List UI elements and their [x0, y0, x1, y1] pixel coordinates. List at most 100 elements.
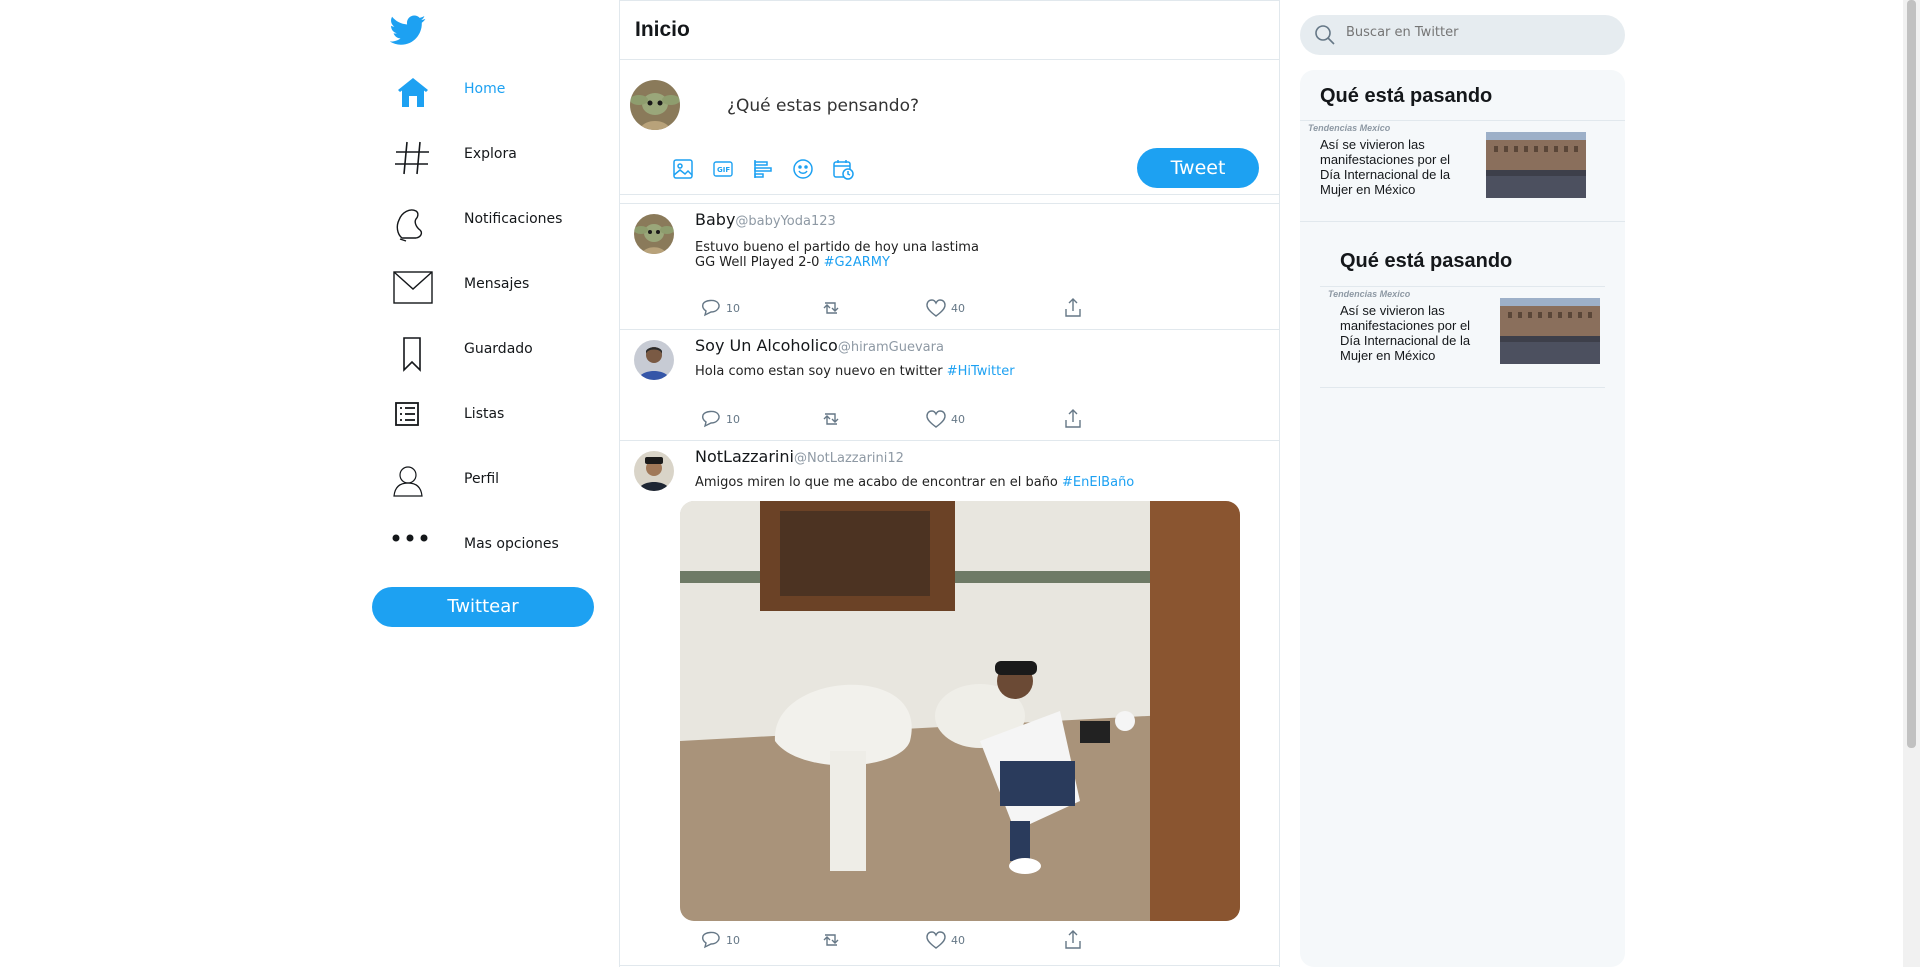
trends-panel: Qué está pasando Tendencias Mexico Así s… — [1300, 70, 1625, 967]
share-button[interactable] — [1062, 408, 1084, 430]
nav-item-explora[interactable]: Explora — [392, 137, 592, 187]
retweet-button[interactable] — [820, 408, 842, 430]
tweet-text-segment: Hola como estan soy nuevo en twitter — [695, 364, 947, 379]
retweet-icon — [823, 413, 839, 425]
trend-item[interactable]: Tendencias Mexico Así se vivieron las ma… — [1300, 120, 1625, 222]
nav-label-listas: Listas — [464, 406, 505, 422]
tweet-author[interactable]: Baby@babyYoda123 — [695, 210, 836, 229]
nav-label-mas-opciones: Mas opciones — [464, 536, 559, 552]
tweet-actions: 10 40 — [700, 408, 1120, 430]
image-icon[interactable] — [672, 158, 694, 180]
gif-icon[interactable]: GIF — [712, 158, 734, 180]
comment-icon — [701, 410, 720, 428]
tweet-actions: 10 40 — [700, 929, 1120, 951]
retweet-icon — [823, 934, 839, 946]
page-scrollbar[interactable] — [1903, 0, 1920, 967]
bookmark-icon — [392, 332, 434, 374]
heart-icon — [926, 410, 946, 428]
share-button[interactable] — [1062, 929, 1084, 951]
home-icon — [392, 72, 434, 114]
tweet[interactable]: Soy Un Alcoholico@hiramGuevara Hola como… — [620, 330, 1279, 441]
share-icon — [1065, 298, 1081, 317]
avatar[interactable] — [634, 340, 674, 380]
twittear-button[interactable]: Twittear — [372, 587, 594, 627]
reply-button[interactable]: 10 — [700, 297, 740, 319]
nav-item-home[interactable]: Home — [392, 72, 592, 122]
compose-tools: GIF — [672, 158, 867, 180]
trends-heading: Qué está pasando — [1320, 85, 1493, 107]
tweet-text-line: Estuvo bueno el partido de hoy una lasti… — [695, 240, 979, 255]
tweet-button[interactable]: Tweet — [1137, 148, 1259, 188]
trend-category: Tendencias Mexico — [1308, 123, 1391, 133]
search-input[interactable] — [1346, 25, 1606, 40]
avatar[interactable] — [634, 451, 674, 491]
feed-header: Inicio — [620, 0, 1279, 60]
nav-item-mas-opciones[interactable]: Mas opciones — [392, 527, 592, 577]
author-handle: @hiramGuevara — [837, 340, 944, 355]
reply-count: 10 — [726, 412, 740, 426]
tweet[interactable]: Baby@babyYoda123 Estuvo bueno el partido… — [620, 204, 1279, 330]
author-name: Baby — [695, 210, 736, 229]
nav-item-mensajes[interactable]: Mensajes — [392, 267, 592, 317]
retweet-button[interactable] — [820, 297, 842, 319]
reply-button[interactable]: 10 — [700, 929, 740, 951]
trend-thumbnail — [1500, 298, 1600, 364]
like-button[interactable]: 40 — [925, 297, 965, 319]
hashtag-link[interactable]: #G2ARMY — [824, 255, 890, 270]
avatar[interactable] — [630, 80, 680, 130]
tweet-text: Estuvo bueno el partido de hoy una lasti… — [695, 240, 979, 270]
trends-heading: Qué está pasando — [1340, 250, 1513, 272]
compose-input[interactable]: ¿Qué estas pensando? — [727, 96, 919, 116]
list-icon — [392, 397, 434, 439]
trend-item[interactable]: Tendencias Mexico Así se vivieron las ma… — [1320, 286, 1605, 388]
like-button[interactable]: 40 — [925, 929, 965, 951]
reply-count: 10 — [726, 933, 740, 947]
schedule-icon[interactable] — [832, 158, 855, 180]
poll-icon[interactable] — [752, 158, 774, 180]
svg-text:GIF: GIF — [717, 166, 730, 174]
scrollbar-thumb[interactable] — [1907, 0, 1916, 748]
retweet-button[interactable] — [820, 929, 842, 951]
tweet-author[interactable]: Soy Un Alcoholico@hiramGuevara — [695, 336, 944, 355]
like-button[interactable]: 40 — [925, 408, 965, 430]
nav-label-notificaciones: Notificaciones — [464, 211, 563, 227]
tweet-actions: 10 40 — [700, 297, 1120, 319]
share-icon — [1065, 930, 1081, 949]
share-button[interactable] — [1062, 297, 1084, 319]
heart-icon — [926, 299, 946, 317]
tweet-text-line: GG Well Played 2-0 #G2ARMY — [695, 255, 979, 270]
hashtag-link[interactable]: #EnElBaño — [1062, 475, 1134, 490]
nav-item-notificaciones[interactable]: Notificaciones — [392, 202, 592, 252]
tweet-text-segment: Amigos miren lo que me acabo de encontra… — [695, 475, 1063, 490]
page-title: Inicio — [635, 18, 690, 41]
reply-count: 10 — [726, 301, 740, 315]
tweet[interactable]: NotLazzarini@NotLazzarini12 Amigos miren… — [620, 441, 1279, 966]
avatar[interactable] — [634, 214, 674, 254]
trend-thumbnail — [1486, 132, 1586, 198]
comment-icon — [701, 931, 720, 949]
search-icon — [1314, 24, 1336, 46]
twitter-bird-icon[interactable] — [389, 12, 430, 52]
retweet-icon — [823, 302, 839, 314]
main-feed: Inicio ¿Qué estas pensando? GIF Tweet Ba… — [619, 0, 1280, 967]
nav-item-guardado[interactable]: Guardado — [392, 332, 592, 382]
hashtag-link[interactable]: #HiTwitter — [947, 364, 1015, 379]
author-handle: @NotLazzarini12 — [793, 451, 904, 466]
tweet-text: Hola como estan soy nuevo en twitter #Hi… — [695, 364, 1015, 379]
author-name: NotLazzarini — [695, 447, 794, 466]
search-bar[interactable] — [1300, 15, 1625, 55]
like-count: 40 — [951, 933, 965, 947]
nav-item-perfil[interactable]: Perfil — [392, 462, 592, 512]
nav-item-listas[interactable]: Listas — [392, 397, 592, 447]
reply-button[interactable]: 10 — [700, 408, 740, 430]
tweet-author[interactable]: NotLazzarini@NotLazzarini12 — [695, 447, 904, 466]
trend-category: Tendencias Mexico — [1328, 289, 1411, 299]
divider — [620, 195, 1279, 204]
nav-label-perfil: Perfil — [464, 471, 500, 487]
heart-icon — [926, 931, 946, 949]
nav-label-mensajes: Mensajes — [464, 276, 530, 292]
nav-label-guardado: Guardado — [464, 341, 533, 357]
emoji-icon[interactable] — [792, 158, 814, 180]
tweet-photo[interactable] — [680, 501, 1240, 921]
envelope-icon — [392, 267, 434, 309]
